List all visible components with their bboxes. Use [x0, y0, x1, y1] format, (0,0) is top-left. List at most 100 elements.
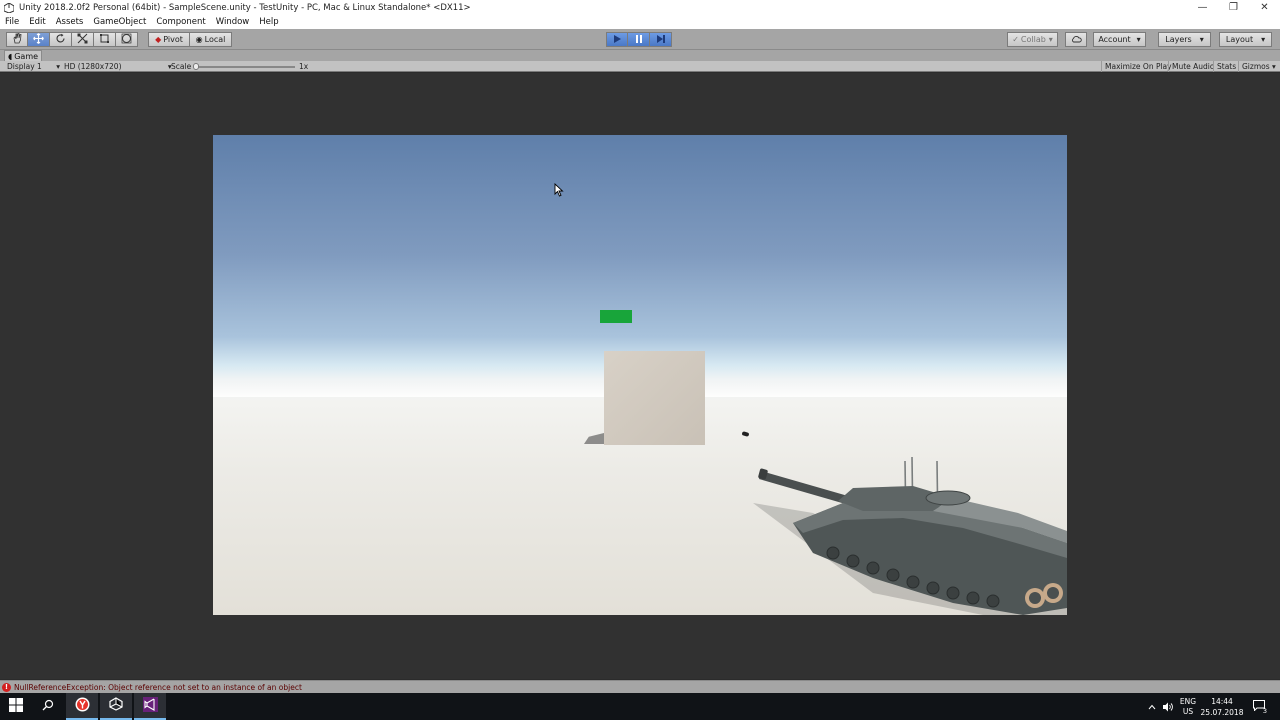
- pivot-toggle[interactable]: ◆ Pivot: [148, 32, 190, 47]
- window-title: Unity 2018.2.0f2 Personal (64bit) - Samp…: [19, 2, 471, 13]
- rect-tool-button[interactable]: [94, 32, 116, 47]
- notification-count: 3: [1262, 706, 1268, 715]
- scale-slider-track[interactable]: [195, 66, 295, 68]
- pivot-group: ◆ Pivot ◉ Local: [148, 32, 232, 47]
- move-arrows-icon: [33, 33, 44, 46]
- layers-dropdown[interactable]: Layers ▾: [1158, 32, 1211, 47]
- menu-gameobject[interactable]: GameObject: [93, 17, 146, 27]
- account-group: Account ▾: [1093, 32, 1146, 47]
- game-view-panel: [0, 73, 1280, 679]
- tank-model: [753, 456, 1067, 615]
- game-render-viewport[interactable]: [213, 135, 1067, 615]
- yandex-browser-icon: [75, 697, 90, 715]
- transform-tool-button[interactable]: [116, 32, 138, 47]
- gizmos-label: Gizmos: [1242, 62, 1270, 71]
- windows-taskbar: ENG US 14:44 25.07.2018 3: [0, 693, 1280, 720]
- layout-dropdown[interactable]: Layout ▾: [1219, 32, 1272, 47]
- resolution-dropdown[interactable]: HD (1280x720) ▾: [64, 62, 172, 71]
- step-button[interactable]: [650, 32, 672, 47]
- tray-chevron-up-icon[interactable]: [1145, 693, 1159, 720]
- play-icon: [612, 34, 622, 46]
- taskbar-visual-studio[interactable]: [134, 693, 166, 720]
- menu-file[interactable]: File: [5, 17, 19, 27]
- tab-game[interactable]: ◖ Game: [4, 50, 42, 61]
- collab-group: ✓ Collab ▾: [1007, 32, 1058, 47]
- layers-label: Layers: [1165, 35, 1192, 44]
- game-view-icon: ◖: [8, 51, 13, 61]
- chevron-down-icon: ▾: [1272, 62, 1276, 71]
- transform-tools: [6, 32, 138, 47]
- local-icon: ◉: [195, 35, 203, 44]
- cloud-button[interactable]: [1065, 32, 1087, 47]
- language-code: ENG: [1179, 696, 1197, 706]
- taskbar-unity[interactable]: [100, 693, 132, 720]
- mute-audio-toggle[interactable]: Mute Audio: [1168, 61, 1217, 72]
- hand-icon: [12, 33, 23, 46]
- error-message: NullReferenceException: Object reference…: [14, 682, 302, 692]
- move-tool-button[interactable]: [28, 32, 50, 47]
- menu-bar: File Edit Assets GameObject Component Wi…: [0, 15, 1280, 29]
- menu-window[interactable]: Window: [216, 17, 250, 27]
- chevron-down-icon: ▾: [56, 62, 60, 71]
- maximize-on-play-toggle[interactable]: Maximize On Play: [1101, 61, 1175, 72]
- restore-button[interactable]: ❐: [1218, 0, 1249, 15]
- keyboard-layout: US: [1182, 706, 1194, 716]
- collab-button[interactable]: ✓ Collab ▾: [1007, 32, 1058, 47]
- rotate-tool-button[interactable]: [50, 32, 72, 47]
- visual-studio-icon: [142, 696, 158, 715]
- scale-slider-handle[interactable]: [193, 63, 199, 70]
- unity-taskbar-icon: [109, 697, 123, 714]
- layers-group: Layers ▾: [1158, 32, 1211, 47]
- main-toolbar: ◆ Pivot ◉ Local ✓ Collab ▾ Account ▾ Lay…: [0, 29, 1280, 50]
- display-dropdown[interactable]: Display 1 ▾: [7, 62, 60, 71]
- step-icon: [656, 34, 666, 46]
- layout-group: Layout ▾: [1219, 32, 1272, 47]
- health-bar: [600, 310, 632, 323]
- console-status-bar[interactable]: ! NullReferenceException: Object referen…: [0, 680, 1280, 693]
- chevron-down-icon: ▾: [1136, 35, 1141, 44]
- pause-button[interactable]: [628, 32, 650, 47]
- play-button[interactable]: [606, 32, 628, 47]
- error-icon: !: [2, 682, 11, 692]
- hand-tool-button[interactable]: [6, 32, 28, 47]
- target-cube: [604, 351, 705, 445]
- menu-edit[interactable]: Edit: [29, 17, 45, 27]
- scale-icon: [77, 33, 88, 46]
- scale-value: 1x: [299, 62, 309, 71]
- taskbar-search-button[interactable]: [32, 693, 64, 720]
- account-label: Account: [1098, 35, 1131, 44]
- collab-label: Collab: [1020, 35, 1046, 44]
- playback-controls: [606, 32, 672, 47]
- rect-icon: [99, 33, 110, 46]
- clock-time: 14:44: [1211, 696, 1233, 706]
- language-indicator[interactable]: ENG US: [1177, 693, 1199, 720]
- window-titlebar: Unity 2018.2.0f2 Personal (64bit) - Samp…: [0, 0, 1280, 15]
- taskbar-clock[interactable]: 14:44 25.07.2018: [1201, 693, 1244, 720]
- chevron-down-icon: ▾: [1048, 35, 1053, 44]
- start-button[interactable]: [0, 693, 32, 720]
- volume-icon[interactable]: [1161, 693, 1175, 720]
- scale-tool-button[interactable]: [72, 32, 94, 47]
- minimize-button[interactable]: —: [1187, 0, 1218, 15]
- menu-component[interactable]: Component: [156, 17, 205, 27]
- taskbar-yandex-browser[interactable]: [66, 693, 98, 720]
- local-label: Local: [204, 35, 226, 44]
- menu-help[interactable]: Help: [259, 17, 278, 27]
- layout-label: Layout: [1225, 35, 1254, 44]
- action-center-button[interactable]: 3: [1248, 693, 1272, 720]
- gizmos-dropdown[interactable]: Gizmos ▾: [1238, 61, 1279, 72]
- stats-toggle[interactable]: Stats: [1213, 61, 1239, 72]
- game-view-toolbar: Display 1 ▾ HD (1280x720) ▾ Scale 1x Max…: [0, 61, 1280, 72]
- local-toggle[interactable]: ◉ Local: [190, 32, 232, 47]
- cloud-icon: [1071, 35, 1082, 45]
- projectile: [741, 431, 750, 437]
- search-icon: [42, 699, 54, 714]
- transform-icon: [121, 33, 132, 46]
- chevron-down-icon: ▾: [1199, 35, 1204, 44]
- menu-assets[interactable]: Assets: [56, 17, 84, 27]
- cloud-group: [1065, 32, 1087, 47]
- windows-logo-icon: [9, 698, 23, 715]
- close-button[interactable]: ✕: [1249, 0, 1280, 15]
- account-dropdown[interactable]: Account ▾: [1093, 32, 1146, 47]
- chevron-down-icon: ▾: [1261, 35, 1266, 44]
